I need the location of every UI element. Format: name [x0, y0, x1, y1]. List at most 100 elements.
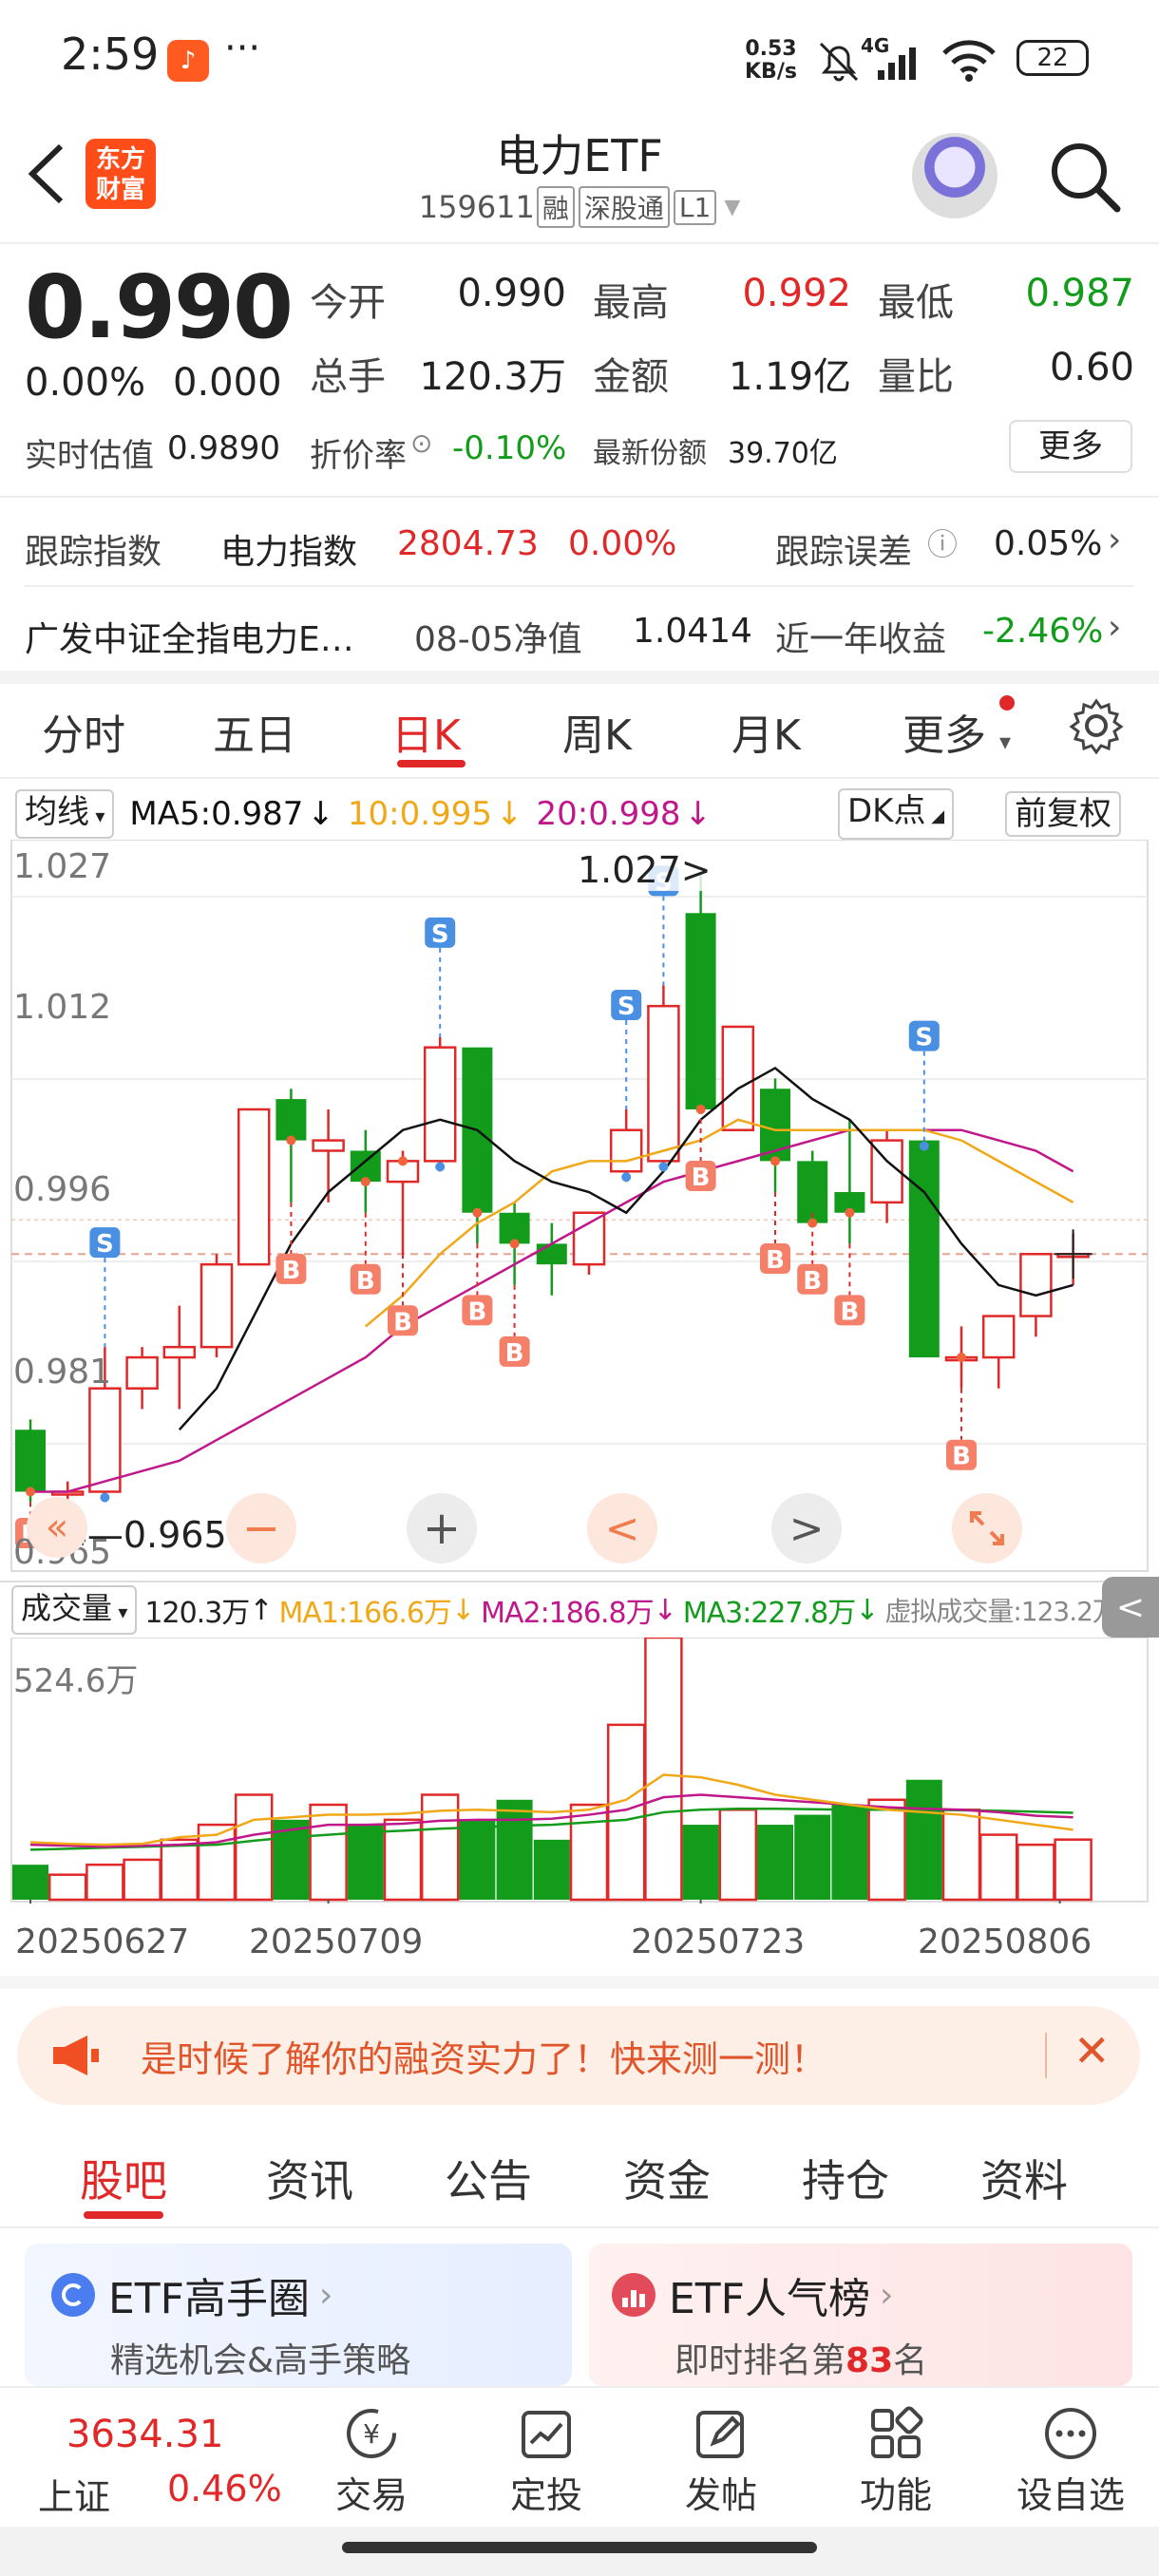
buy-signal-label: B — [281, 1257, 300, 1285]
marker-arrow-icon: > — [680, 849, 712, 891]
chevron-right-icon[interactable]: › — [1108, 521, 1121, 559]
grid-icon — [825, 2396, 967, 2466]
open-label: 今开 — [310, 281, 386, 325]
nav-auto-invest[interactable]: 定投 — [475, 2396, 618, 2518]
settings-gear-icon[interactable] — [1068, 697, 1125, 754]
edit-icon — [650, 2396, 792, 2466]
tab-news[interactable]: 资讯 — [266, 2147, 353, 2209]
promo-banner[interactable]: 是时候了解你的融资实力了！快来测一测！ ✕ — [17, 2006, 1140, 2105]
zoom-out-button[interactable]: − — [226, 1493, 296, 1563]
sell-signal-dot — [100, 1492, 110, 1503]
tab-profile[interactable]: 资料 — [980, 2147, 1068, 2209]
adjust-button[interactable]: 前复权 — [1005, 791, 1121, 837]
tab-holdings[interactable]: 持仓 — [802, 2147, 889, 2209]
buy-signal-dot — [509, 1239, 520, 1249]
card-title: ETF人气榜 — [669, 2275, 870, 2323]
svg-text:¥: ¥ — [363, 2418, 380, 2450]
chevron-right-icon: › — [319, 2275, 333, 2315]
prev-button[interactable]: < — [587, 1493, 657, 1563]
search-icon — [1052, 143, 1121, 213]
tab-intraday[interactable]: 分时 — [42, 701, 125, 762]
index-value[interactable]: 3634.31 — [66, 2413, 223, 2456]
fullscreen-button[interactable] — [952, 1493, 1022, 1563]
change-percent: 0.00% — [25, 361, 146, 405]
nav-trade[interactable]: ¥ 交易 — [300, 2396, 443, 2518]
volume-max-label: 524.6万 — [13, 1662, 139, 1700]
index-name[interactable]: 上证 — [38, 2468, 110, 2520]
high-label: 最高 — [593, 281, 669, 325]
tab-daily-k[interactable]: 日K — [391, 701, 461, 762]
price-axis-label: 1.012 — [13, 988, 112, 1027]
ma-selector[interactable]: 均线 ▾ — [15, 789, 115, 839]
volume-bar-up — [978, 1833, 1018, 1902]
index-change[interactable]: 0.46% — [167, 2468, 282, 2510]
nav-add-watchlist[interactable]: 设自选 — [999, 2396, 1142, 2518]
tab-announcements[interactable]: 公告 — [445, 2147, 532, 2209]
zoom-in-button[interactable]: + — [407, 1493, 477, 1563]
next-button[interactable]: > — [771, 1493, 842, 1563]
search-button[interactable] — [1047, 139, 1123, 215]
kline-chart[interactable]: BBBBBBBBBBBSSSSS — [0, 840, 1159, 1581]
tab-five-day[interactable]: 五日 — [213, 701, 296, 762]
linked-fund-name[interactable]: 广发中证全指电力E… — [25, 612, 354, 661]
sell-signal-dot — [621, 1172, 632, 1183]
low-value: 0.987 — [1025, 272, 1134, 315]
candle-body-up — [88, 1387, 122, 1493]
cell-signal-icon — [878, 47, 916, 80]
ma20-value: 20:0.998 — [536, 795, 681, 833]
sell-signal-label: S — [431, 920, 449, 949]
tab-capital[interactable]: 资金 — [623, 2147, 711, 2209]
help-icon[interactable]: ⓘ — [927, 521, 958, 564]
volume-chart[interactable] — [0, 1638, 1159, 1904]
more-quote-button[interactable]: 更多 — [1009, 420, 1132, 473]
amount-label: 金额 — [593, 355, 669, 399]
tracking-error-value: 0.05% — [994, 524, 1103, 563]
tracking-index-name[interactable]: 电力指数 — [220, 524, 357, 574]
network-speed: 0.53 KB/s — [745, 38, 797, 84]
chevron-right-icon[interactable]: › — [1108, 608, 1121, 647]
ranking-bars-icon — [612, 2273, 656, 2317]
tab-weekly-k[interactable]: 周K — [562, 701, 632, 762]
volume-bar-up — [1016, 1843, 1055, 1902]
divider — [25, 585, 1134, 587]
candle-body-down — [685, 913, 716, 1109]
amount-value: 1.19亿 — [728, 355, 851, 399]
ai-assistant-avatar[interactable] — [912, 133, 998, 218]
yearly-return-value: -2.46% — [982, 612, 1104, 651]
mute-bell-icon — [819, 42, 859, 82]
close-icon[interactable]: ✕ — [1074, 2025, 1111, 2076]
candle-body-up — [125, 1355, 159, 1390]
buy-signal-label: B — [692, 1164, 711, 1192]
collapse-panel-icon[interactable]: < — [1102, 1577, 1159, 1638]
change-value: 0.000 — [173, 361, 282, 405]
tracking-index-change: 0.00% — [568, 524, 677, 563]
chevron-down-icon: ▼ — [724, 195, 741, 219]
estimate-value: 0.9890 — [167, 429, 280, 467]
sell-signal-dot — [435, 1162, 446, 1172]
tab-more[interactable]: 更多 ▾ — [902, 695, 1015, 762]
ma-selector-label: 均线 — [25, 793, 89, 831]
tab-monthly-k[interactable]: 月K — [732, 701, 801, 762]
volume-selector-label: 成交量 — [21, 1590, 113, 1626]
scroll-start-button[interactable]: « — [27, 1497, 87, 1558]
net-speed-value: 0.53 — [745, 37, 797, 61]
info-icon[interactable]: ⊙ — [410, 427, 432, 459]
volume-bar-down — [459, 1819, 496, 1900]
nav-post[interactable]: 发帖 — [650, 2396, 792, 2518]
tab-guba[interactable]: 股吧 — [80, 2147, 167, 2209]
dk-point-button[interactable]: DK点 ◢ — [838, 788, 955, 840]
candle-body-up — [1019, 1253, 1053, 1317]
tracking-index-label: 跟踪指数 — [25, 533, 162, 572]
nav-functions[interactable]: 功能 — [825, 2396, 967, 2518]
etf-ranking-card[interactable]: ETF人气榜 › 即时排名第83名 — [589, 2244, 1132, 2386]
rank-suffix: 名 — [893, 2341, 928, 2380]
home-indicator[interactable] — [342, 2542, 817, 2553]
low-label: 最低 — [878, 281, 954, 325]
volume-selector[interactable]: 成交量 ▾ — [11, 1585, 138, 1635]
volume-bar-down — [905, 1779, 942, 1900]
nav-post-label: 发帖 — [684, 2474, 757, 2516]
etf-experts-card[interactable]: ETF高手圈 › 精选机会&高手策略 — [25, 2244, 572, 2386]
dropdown-icon: ▾ — [999, 729, 1012, 755]
buy-signal-dot — [808, 1218, 818, 1228]
date-label: 20250709 — [249, 1923, 424, 1961]
